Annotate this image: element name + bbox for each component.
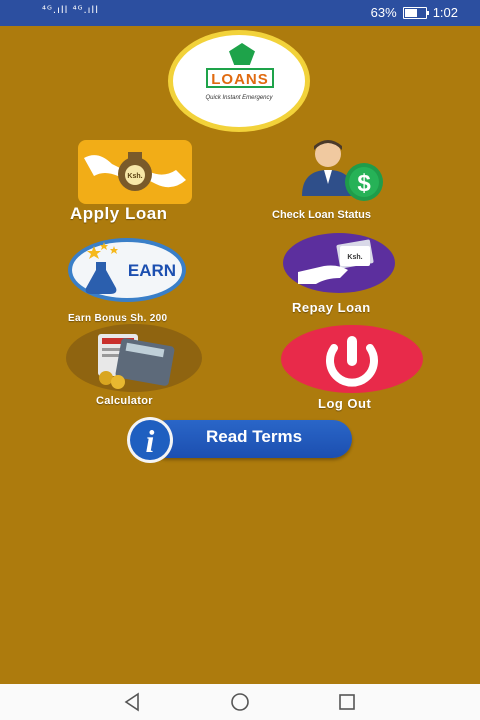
earn-flask-icon: EARN xyxy=(68,238,186,302)
dollar-text: $ xyxy=(357,170,371,197)
check-loan-status-button[interactable]: $ Check Loan Status xyxy=(268,136,418,228)
calculator-label: Calculator xyxy=(96,395,153,407)
earn-text: EARN xyxy=(128,261,176,280)
battery-icon xyxy=(402,6,429,19)
back-icon[interactable] xyxy=(122,692,142,712)
recents-icon[interactable] xyxy=(337,692,357,712)
calculator-icon xyxy=(66,324,202,392)
apply-loan-label: Apply Loan xyxy=(70,204,168,223)
signal-icon: ⁴ᴳ.ıll ⁴ᴳ.ıll xyxy=(42,5,99,16)
status-right: 63% 1:02 xyxy=(371,5,458,20)
info-letter: i xyxy=(146,423,155,459)
check-status-label: Check Loan Status xyxy=(272,209,372,221)
info-icon: i xyxy=(127,417,173,463)
repay-cash-hand-icon: Ksh. xyxy=(283,233,395,293)
navigation-bar xyxy=(0,684,480,720)
app-logo: LOANS Quick Instant Emergency xyxy=(168,30,310,132)
read-terms-button[interactable]: i Read Terms xyxy=(126,416,356,464)
battery-percent: 63% xyxy=(370,5,397,20)
log-out-label: Log Out xyxy=(318,396,372,411)
calculator-button[interactable]: Calculator xyxy=(66,324,206,410)
status-bar: ⁴ᴳ.ıll ⁴ᴳ.ıll 63% 1:02 xyxy=(0,0,480,26)
log-out-button[interactable]: Log Out xyxy=(280,324,426,414)
currency-text: Ksh. xyxy=(127,173,142,180)
pentagon-icon xyxy=(229,43,255,65)
clock: 1:02 xyxy=(432,5,458,20)
read-terms-label: Read Terms xyxy=(206,427,303,446)
repay-loan-button[interactable]: Ksh. Repay Loan xyxy=(278,230,408,320)
repay-currency-text: Ksh. xyxy=(347,254,362,261)
logo-word: LOANS xyxy=(206,68,274,88)
earn-bonus-label: Earn Bonus Sh. 200 xyxy=(68,313,168,324)
power-icon xyxy=(281,325,423,393)
earn-bonus-button[interactable]: EARN Earn Bonus Sh. 200 xyxy=(62,234,212,326)
main-menu-screen: LOANS Quick Instant Emergency Ksh. Apply… xyxy=(0,26,480,684)
apply-loan-button[interactable]: Ksh. Apply Loan xyxy=(60,136,220,228)
repay-loan-label: Repay Loan xyxy=(292,300,371,315)
home-icon[interactable] xyxy=(229,692,251,712)
money-bag-hands-icon: Ksh. xyxy=(78,140,192,204)
logo-tagline: Quick Instant Emergency xyxy=(205,95,273,101)
person-dollar-icon: $ xyxy=(302,140,383,201)
